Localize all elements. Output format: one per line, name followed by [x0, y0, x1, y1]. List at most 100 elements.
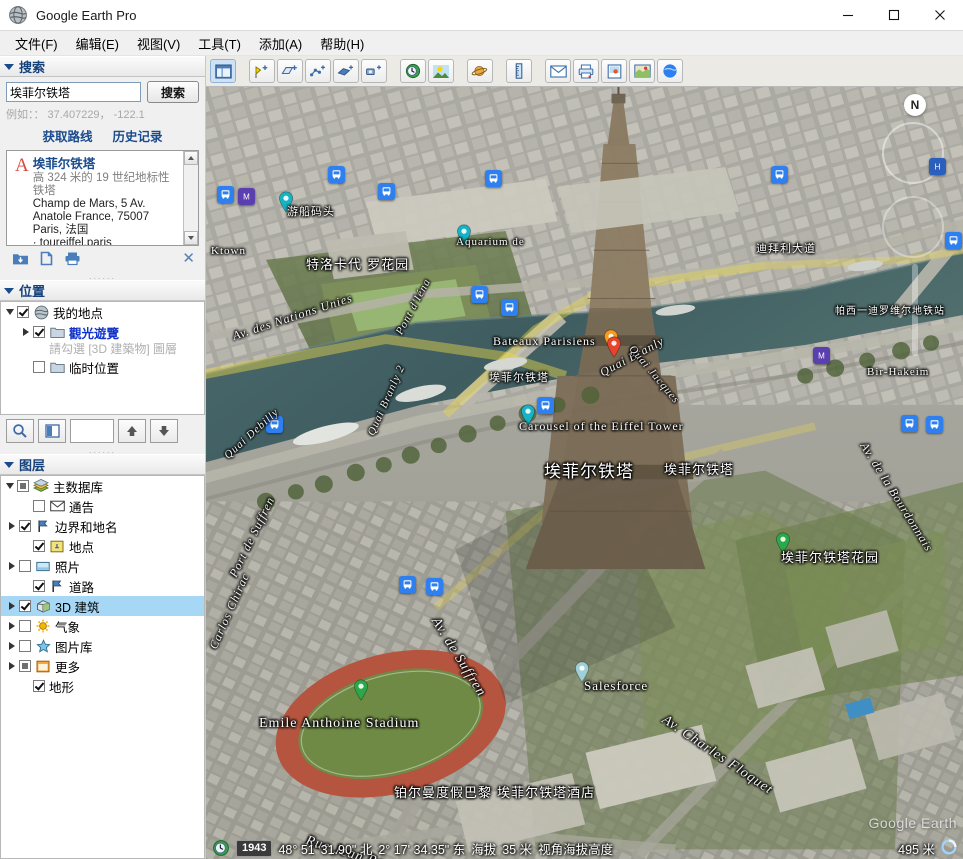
- poi-metro-2[interactable]: M: [813, 347, 830, 364]
- layers-panel-header[interactable]: 图层: [0, 454, 205, 475]
- add-placemark-button[interactable]: [249, 59, 275, 83]
- layer-checkbox-primary-database[interactable]: [17, 480, 29, 492]
- maximize-button[interactable]: [871, 0, 917, 30]
- menu-view[interactable]: 视图(V): [128, 32, 189, 55]
- places-move-down-button[interactable]: [150, 419, 178, 443]
- places-search-button[interactable]: [6, 419, 34, 443]
- poi-bus-14[interactable]: [926, 416, 943, 433]
- chevron-right-icon[interactable]: [19, 328, 33, 336]
- layer-row-gallery[interactable]: 图片库: [1, 636, 204, 656]
- search-result-item[interactable]: A 埃菲尔铁塔 高 324 米的 19 世纪地标性铁塔 Champ de Mar…: [7, 151, 183, 245]
- layer-checkbox-borders[interactable]: [19, 520, 31, 532]
- printer-icon[interactable]: [64, 251, 81, 269]
- clipboard-icon[interactable]: [39, 251, 54, 269]
- chevron-right-icon[interactable]: [5, 522, 19, 530]
- layer-row-3d-buildings[interactable]: 3D 建筑: [1, 596, 204, 616]
- search-input[interactable]: [6, 82, 141, 102]
- chevron-down-icon[interactable]: [3, 309, 17, 315]
- map-3d-canvas[interactable]: N Google Earth: [206, 86, 963, 859]
- layer-checkbox-roads[interactable]: [33, 580, 45, 592]
- poi-bus-6[interactable]: [945, 232, 962, 249]
- places-item-sightseeing-tour[interactable]: 觀光遊覽: [1, 322, 204, 342]
- menu-edit[interactable]: 编辑(E): [67, 32, 128, 55]
- add-path-button[interactable]: [305, 59, 331, 83]
- sunlight-button[interactable]: [428, 59, 454, 83]
- folder-down-icon[interactable]: [12, 251, 29, 269]
- map-viewport[interactable]: N Google Earth MHM Av. des Nations Unies…: [206, 86, 963, 859]
- scroll-down-icon[interactable]: [184, 231, 198, 245]
- close-results-icon[interactable]: ✕: [182, 251, 195, 266]
- layer-row-primary-database[interactable]: 主数据库: [1, 476, 204, 496]
- menu-help[interactable]: 帮助(H): [311, 32, 373, 55]
- layer-row-terrain[interactable]: 地形: [1, 676, 204, 696]
- poi-bus-12[interactable]: [426, 578, 443, 595]
- layer-checkbox-places[interactable]: [33, 540, 45, 552]
- places-item-temporary[interactable]: 临时位置: [1, 357, 204, 377]
- places-move-up-button[interactable]: [118, 419, 146, 443]
- places-text-field[interactable]: [70, 419, 114, 443]
- scroll-up-icon[interactable]: [184, 151, 198, 165]
- menu-tools[interactable]: 工具(T): [189, 32, 250, 55]
- layer-checkbox-announcements[interactable]: [33, 500, 45, 512]
- minimize-button[interactable]: [825, 0, 871, 30]
- poi-bus-13[interactable]: [901, 415, 918, 432]
- layer-checkbox-gallery[interactable]: [19, 640, 31, 652]
- chevron-right-icon[interactable]: [5, 602, 19, 610]
- layer-checkbox-more[interactable]: [19, 660, 31, 672]
- get-directions-link[interactable]: 获取路线: [42, 126, 92, 145]
- chevron-right-icon[interactable]: [5, 662, 19, 670]
- poi-metro-1[interactable]: M: [238, 188, 255, 205]
- places-split-view-button[interactable]: [38, 419, 66, 443]
- layer-row-borders-and-labels[interactable]: 边界和地名: [1, 516, 204, 536]
- layer-checkbox-weather[interactable]: [19, 620, 31, 632]
- poi-bus-4[interactable]: [485, 170, 502, 187]
- print-button[interactable]: [573, 59, 599, 83]
- places-checkbox-temporary[interactable]: [33, 361, 45, 373]
- layer-checkbox-terrain[interactable]: [33, 680, 45, 692]
- places-item-my-places[interactable]: 我的地点: [1, 302, 204, 322]
- layer-row-places[interactable]: 地点: [1, 536, 204, 556]
- layer-checkbox-3d-buildings[interactable]: [19, 600, 31, 612]
- menu-add[interactable]: 添加(A): [250, 32, 311, 55]
- email-button[interactable]: [545, 59, 571, 83]
- poi-bus-10[interactable]: [537, 397, 554, 414]
- toggle-sidebar-button[interactable]: [210, 59, 236, 83]
- zoom-slider[interactable]: [912, 264, 918, 356]
- layer-row-weather[interactable]: 气象: [1, 616, 204, 636]
- layer-row-more[interactable]: 更多: [1, 656, 204, 676]
- layer-row-announcements[interactable]: 通告: [1, 496, 204, 516]
- poi-bus-3[interactable]: [217, 186, 234, 203]
- chevron-right-icon[interactable]: [5, 622, 19, 630]
- ruler-button[interactable]: [506, 59, 532, 83]
- chevron-right-icon[interactable]: [5, 562, 19, 570]
- save-image-button[interactable]: [601, 59, 627, 83]
- planets-button[interactable]: [467, 59, 493, 83]
- compass-north-icon[interactable]: N: [904, 94, 926, 116]
- poi-bus-9[interactable]: [266, 416, 283, 433]
- places-resize-grip[interactable]: ......: [0, 447, 205, 454]
- menu-file[interactable]: 文件(F): [6, 32, 67, 55]
- chevron-down-icon[interactable]: [3, 483, 17, 489]
- poi-bus-5[interactable]: [771, 166, 788, 183]
- result-title[interactable]: 埃菲尔铁塔: [33, 157, 179, 172]
- add-image-overlay-button[interactable]: [333, 59, 359, 83]
- result-url[interactable]: · toureiffel.paris: [33, 237, 179, 245]
- show-earth-button[interactable]: [657, 59, 683, 83]
- places-checkbox-sightseeing[interactable]: [33, 326, 45, 338]
- poi-bus-1[interactable]: [328, 166, 345, 183]
- chevron-right-icon[interactable]: [5, 642, 19, 650]
- history-link[interactable]: 历史记录: [113, 126, 163, 145]
- move-joystick[interactable]: [882, 196, 944, 258]
- layer-checkbox-photos[interactable]: [19, 560, 31, 572]
- poi-hotel-1[interactable]: H: [929, 158, 946, 175]
- poi-bus-8[interactable]: [501, 299, 518, 316]
- places-panel-header[interactable]: 位置: [0, 280, 205, 301]
- poi-bus-11[interactable]: [399, 576, 416, 593]
- view-in-maps-button[interactable]: [629, 59, 655, 83]
- panel-resize-grip[interactable]: ......: [0, 273, 205, 280]
- layer-row-roads[interactable]: 道路: [1, 576, 204, 596]
- record-tour-button[interactable]: [361, 59, 387, 83]
- layer-row-photos[interactable]: 照片: [1, 556, 204, 576]
- close-button[interactable]: [917, 0, 963, 30]
- historical-imagery-button[interactable]: [400, 59, 426, 83]
